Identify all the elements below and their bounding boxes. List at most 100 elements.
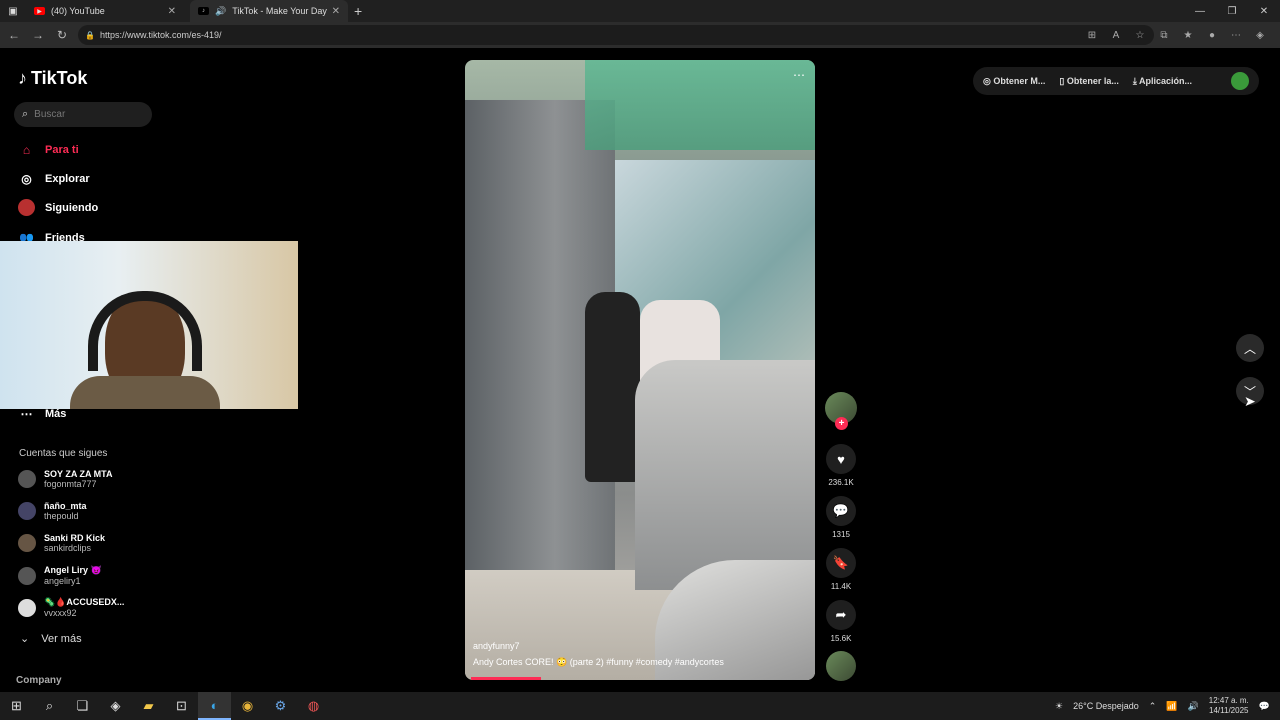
volume-icon[interactable]: 🔊	[1188, 701, 1199, 712]
share-icon[interactable]: ➦	[826, 600, 856, 630]
following-item[interactable]: SOY ZA ZA MTA fogonmta777	[18, 469, 113, 489]
avatar[interactable]: +	[825, 392, 857, 430]
chrome-icon[interactable]: ◉	[231, 692, 264, 720]
weather-text[interactable]: 26°C Despejado	[1073, 701, 1139, 711]
home-icon: ⌂	[22, 142, 31, 157]
video-scene-truck	[635, 360, 815, 590]
search-input[interactable]: ⌕ Buscar	[14, 102, 152, 127]
search-placeholder: Buscar	[34, 109, 66, 120]
nav-siguiendo[interactable]: Siguiendo	[18, 199, 98, 216]
browser-extension-icons: ⊞ A ☆ ⧉ ★ ● ⋯ ◈	[1082, 25, 1270, 45]
video-username[interactable]: andyfunny7	[473, 641, 520, 651]
get-coins-button[interactable]: ◎ Obtener M...	[983, 76, 1045, 87]
following-item[interactable]: Angel Liry 😈 angeliry1	[18, 565, 102, 586]
video-player[interactable]: ⋯ andyfunny7 Andy Cortes CORE! 😳 (parte …	[465, 60, 815, 680]
nav-explorar[interactable]: ◎ Explorar	[18, 170, 90, 187]
music-disc-icon[interactable]	[826, 651, 856, 681]
start-button[interactable]: ⊞	[0, 692, 33, 720]
tab-tiktok[interactable]: ♪ 🔊 TikTok - Make Your Day ✕	[190, 0, 348, 22]
avatar	[18, 598, 36, 617]
search-icon[interactable]: ⌕	[33, 692, 66, 720]
creator-avatar[interactable]: +	[825, 392, 857, 430]
like-count: 236.1K	[828, 478, 854, 487]
sound-avatar[interactable]	[825, 651, 857, 681]
save-action[interactable]: 🔖 11.4K	[825, 548, 857, 591]
following-item[interactable]: Sanki RD Kick sankirdclips	[18, 533, 105, 553]
lock-icon[interactable]: 🔒	[85, 31, 95, 40]
like-action[interactable]: ♥ 236.1K	[825, 444, 857, 487]
reload-button[interactable]: ↻	[50, 23, 74, 47]
tiktok-logo[interactable]: ♪ TikTok	[18, 68, 87, 89]
previous-video-button[interactable]: ︿	[1236, 334, 1264, 362]
tiktok-page: ♪ TikTok ⌕ Buscar ⌂ Para ti ◎ Explorar S…	[0, 48, 1280, 690]
search-icon: ⌕	[22, 108, 29, 120]
following-handle: sankirdclips	[44, 543, 92, 553]
file-explorer-icon[interactable]: ▰	[132, 692, 165, 720]
get-app-button[interactable]: ▯ Obtener la...	[1059, 76, 1118, 87]
tab-youtube[interactable]: ▶ (40) YouTube ✕	[26, 0, 184, 22]
close-tab-icon[interactable]: ✕	[332, 6, 340, 17]
video-progress-bar[interactable]	[471, 677, 541, 680]
clock-time: 12:47 a. m.	[1208, 696, 1249, 705]
obs-icon[interactable]: ◍	[297, 692, 330, 720]
following-item[interactable]: 🦠🩸ACCUSEDX... vvxxx92	[18, 597, 124, 618]
app-available-icon[interactable]: ⊞	[1082, 25, 1102, 45]
following-item[interactable]: ñaño_mta thepould	[18, 501, 87, 521]
favorite-star-icon[interactable]: ☆	[1130, 25, 1150, 45]
comment-icon[interactable]: 💬	[826, 496, 856, 526]
notifications-icon[interactable]: 💬	[1259, 701, 1270, 712]
copilot-icon[interactable]: ◈	[1250, 25, 1270, 45]
clock[interactable]: 12:47 a. m. 14/11/2025	[1209, 696, 1249, 716]
extensions-icon[interactable]: ⧉	[1154, 25, 1174, 45]
company-link[interactable]: Company	[16, 675, 62, 686]
window-controls: — ❐ ✕	[1184, 0, 1280, 22]
nav-label: Explorar	[45, 172, 90, 185]
back-button[interactable]: ←	[2, 23, 26, 47]
copilot-icon[interactable]: ◈	[99, 692, 132, 720]
store-icon[interactable]: ⊡	[165, 692, 198, 720]
tiktok-icon: ♪	[198, 7, 209, 15]
download-app-button[interactable]: ⤓ Aplicación...	[1133, 76, 1192, 87]
nav-label: Para ti	[45, 143, 79, 156]
share-action[interactable]: ➦ 15.6K	[825, 600, 857, 643]
video-person-black-shirt	[585, 292, 640, 482]
read-aloud-icon[interactable]: A	[1106, 25, 1126, 45]
comment-count: 1315	[832, 530, 850, 539]
address-bar[interactable]: 🔒 https://www.tiktok.com/es-419/	[78, 25, 1154, 45]
task-view-icon[interactable]: ❏	[66, 692, 99, 720]
video-more-icon[interactable]: ⋯	[793, 68, 805, 82]
following-handle: vvxxx92	[44, 608, 77, 618]
profile-avatar[interactable]: ●	[1202, 25, 1222, 45]
follow-plus-icon[interactable]: +	[835, 417, 848, 430]
bookmark-icon[interactable]: 🔖	[826, 548, 856, 578]
share-count: 15.6K	[830, 634, 852, 643]
chevron-up-icon[interactable]: ⌃	[1149, 701, 1157, 712]
see-more-button[interactable]: ⌄ Ver más	[20, 632, 82, 646]
heart-icon[interactable]: ♥	[826, 444, 856, 474]
comment-action[interactable]: 💬 1315	[825, 496, 857, 539]
avatar	[18, 470, 36, 488]
logo-text: TikTok	[31, 68, 88, 88]
edge-icon[interactable]: ◐	[198, 692, 231, 720]
nav-para-ti[interactable]: ⌂ Para ti	[18, 141, 79, 158]
maximize-button[interactable]: ❐	[1216, 0, 1248, 22]
favorites-icon[interactable]: ★	[1178, 25, 1198, 45]
browser-titlebar: ▣ ▶ (40) YouTube ✕ ♪ 🔊 TikTok - Make You…	[0, 0, 1280, 22]
system-tray: ☀ 26°C Despejado ⌃ 📶 🔊 12:47 a. m. 14/11…	[1055, 692, 1280, 720]
weather-icon[interactable]: ☀	[1055, 701, 1063, 712]
steam-icon[interactable]: ⚙	[264, 692, 297, 720]
forward-button[interactable]: →	[26, 23, 50, 47]
close-tab-icon[interactable]: ✕	[168, 6, 176, 17]
new-tab-button[interactable]: +	[354, 3, 362, 19]
speaker-icon[interactable]: 🔊	[215, 6, 226, 17]
chevron-down-icon: ⌄	[20, 633, 30, 645]
minimize-button[interactable]: —	[1184, 0, 1216, 22]
more-menu-icon[interactable]: ⋯	[1226, 25, 1246, 45]
save-count: 11.4K	[830, 582, 852, 591]
wifi-icon[interactable]: 📶	[1166, 701, 1177, 712]
close-window-button[interactable]: ✕	[1248, 0, 1280, 22]
profile-avatar[interactable]	[1231, 72, 1249, 90]
person-shirt	[70, 376, 220, 409]
following-handle: angeliry1	[44, 576, 81, 586]
url-text: https://www.tiktok.com/es-419/	[100, 30, 222, 40]
